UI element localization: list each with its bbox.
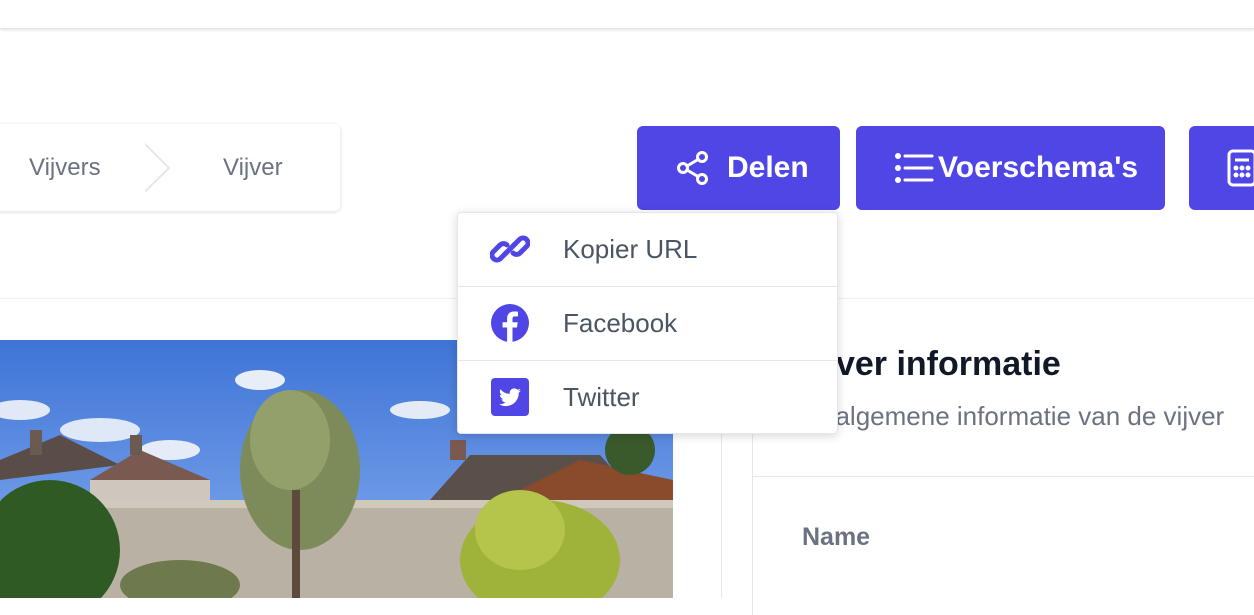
breadcrumb-separator-icon [145,142,171,193]
breadcrumb-item-vijvers[interactable]: Vijvers [29,124,101,211]
share-menu: Kopier URL Facebook Twitter [457,212,838,434]
name-field-label: Name [802,523,871,551]
link-icon [490,235,530,263]
menu-item-twitter-label: Twitter [563,381,640,412]
menu-item-facebook[interactable]: Facebook [458,286,837,359]
calculator-button[interactable] [1189,126,1254,210]
menu-item-twitter[interactable]: Twitter [458,360,837,433]
share-button-label: Delen [727,151,809,184]
breadcrumb-item-vijver[interactable]: Vijver [223,124,283,211]
feeding-schedules-label: Voerschema's [938,151,1139,184]
menu-item-copy-url[interactable]: Kopier URL [458,213,837,285]
twitter-icon [491,378,529,416]
breadcrumb: Vijvers Vijver [0,124,340,211]
top-bar [0,0,1254,29]
card-subtitle: De algemene informatie van de vijver [795,401,1225,431]
feeding-schedules-button[interactable]: Voerschema's [856,126,1165,210]
share-button[interactable]: Delen [637,126,840,210]
menu-item-facebook-label: Facebook [563,307,678,338]
list-icon [894,152,934,184]
share-icon [675,150,711,186]
menu-item-copy-url-label: Kopier URL [563,233,698,264]
card-separator [753,476,1254,477]
calculator-icon [1227,149,1254,187]
facebook-icon [491,304,529,342]
